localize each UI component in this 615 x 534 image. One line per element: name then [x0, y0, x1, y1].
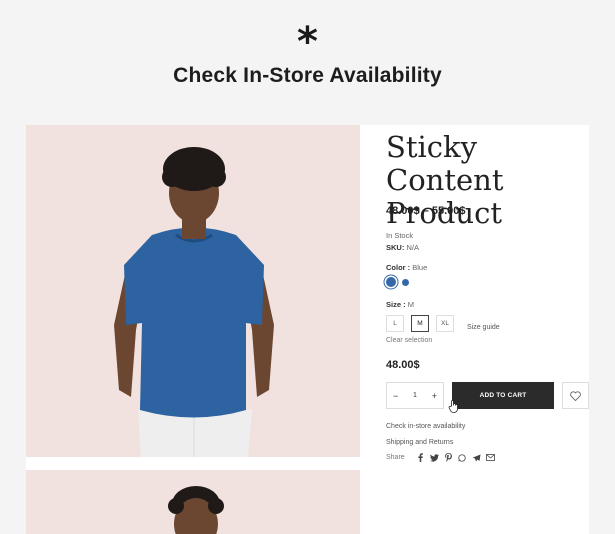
twitter-icon[interactable]: [429, 453, 439, 462]
color-swatches: [386, 277, 409, 287]
size-option-xl[interactable]: XL: [436, 315, 454, 332]
decrease-button[interactable]: −: [393, 391, 398, 401]
pinterest-icon[interactable]: [444, 453, 453, 462]
price-range: 48.00$ – 55.00$: [386, 205, 466, 217]
selected-price: 48.00$: [386, 359, 420, 371]
asterisk-icon: *: [297, 19, 318, 65]
sku-value: N/A: [406, 243, 419, 252]
model-photo-illustration-2: [168, 486, 224, 534]
check-in-store-link[interactable]: Check in-store availability: [386, 423, 465, 430]
product-image-main[interactable]: [26, 125, 360, 457]
size-option-m[interactable]: M: [411, 315, 429, 332]
swatch-blue-selected[interactable]: [386, 277, 396, 287]
email-icon[interactable]: [485, 453, 495, 462]
sku-row: SKU: N/A: [386, 243, 419, 252]
size-label: Size :: [386, 300, 406, 309]
swatch-blue[interactable]: [402, 278, 409, 286]
stock-status: In Stock: [386, 231, 414, 240]
shipping-returns-link[interactable]: Shipping and Returns: [386, 439, 453, 446]
product-image-secondary[interactable]: [26, 470, 360, 534]
product-info: Sticky Content Product 48.00$ – 55.00$ I…: [386, 125, 589, 534]
color-label: Color :: [386, 263, 411, 272]
product-card: Sticky Content Product 48.00$ – 55.00$ I…: [26, 125, 589, 534]
size-options: L M XL: [386, 315, 454, 332]
size-value: M: [407, 300, 414, 309]
quantity-stepper: − 1 +: [386, 382, 444, 409]
size-option-l[interactable]: L: [386, 315, 404, 332]
color-value: Blue: [412, 263, 428, 272]
increase-button[interactable]: +: [432, 391, 437, 401]
facebook-icon[interactable]: [416, 453, 425, 462]
sku-label: SKU:: [386, 243, 405, 252]
whatsapp-icon[interactable]: [458, 453, 467, 462]
share-label: Share: [386, 454, 405, 461]
color-row: Color : Blue: [386, 263, 427, 272]
share-row: Share: [386, 453, 495, 462]
size-row: Size : M: [386, 300, 414, 309]
page-title: Check In-Store Availability: [173, 64, 442, 87]
quantity-input[interactable]: 1: [413, 392, 417, 399]
add-to-cart-button[interactable]: ADD TO CART: [452, 382, 554, 409]
wishlist-button[interactable]: [562, 382, 589, 409]
share-icons: [416, 453, 495, 462]
heart-icon: [570, 390, 581, 401]
size-guide-link[interactable]: Size guide: [467, 324, 500, 331]
model-photo-illustration: [114, 147, 274, 457]
telegram-icon[interactable]: [472, 453, 481, 462]
hand-cursor-icon: [448, 400, 459, 418]
product-gallery: [26, 125, 360, 534]
clear-selection-link[interactable]: Clear selection: [386, 337, 432, 344]
